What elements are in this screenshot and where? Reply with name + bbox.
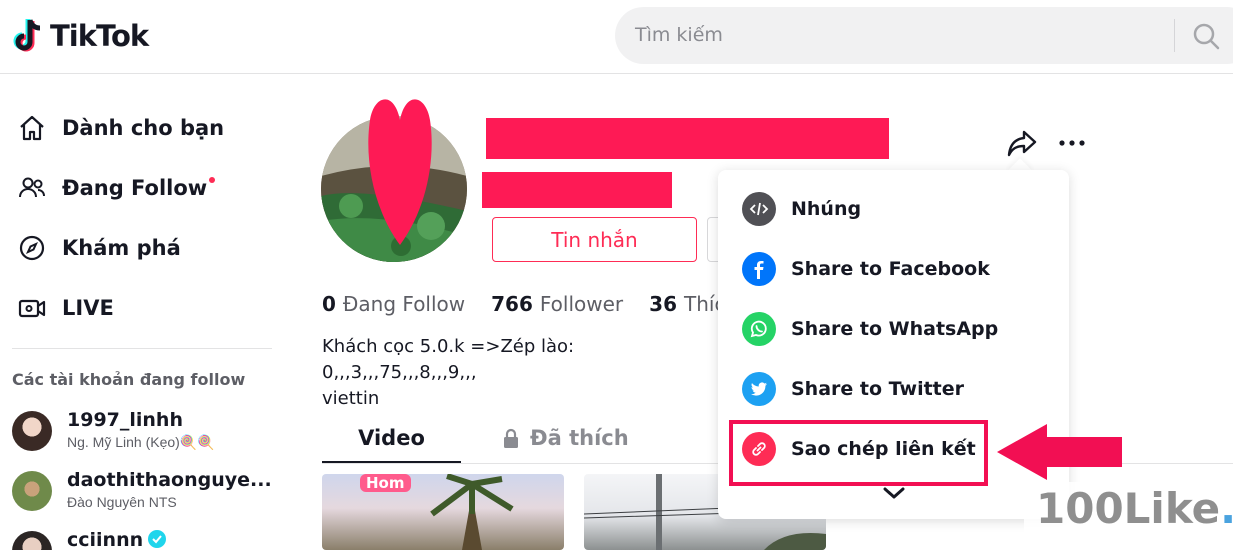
sidebar-item-following[interactable]: Đang Follow: [16, 168, 216, 208]
following-label: Đang Follow: [342, 292, 466, 316]
avatar: [12, 411, 52, 451]
following-count: 0: [322, 292, 336, 316]
tab-liked-label: Đã thích: [530, 426, 629, 450]
bio-line: viettin: [322, 388, 380, 409]
sidebar-item-for-you[interactable]: Dành cho bạn: [16, 108, 224, 148]
following-account[interactable]: 1997_linhh Ng. Mỹ Linh (Kẹo)🍭🍭: [12, 409, 282, 455]
compass-icon: [16, 232, 48, 264]
tab-liked[interactable]: Đã thích: [500, 426, 629, 450]
likes-count: 36: [649, 292, 677, 316]
tiktok-logo[interactable]: TikTok: [12, 16, 149, 56]
share-item-label: Share to WhatsApp: [791, 318, 999, 340]
video-thumbnail[interactable]: Hom: [322, 474, 564, 550]
tab-video[interactable]: Video: [322, 420, 461, 464]
notification-dot: [209, 177, 216, 183]
search-bar[interactable]: Tìm kiếm: [615, 7, 1233, 64]
facebook-icon: [742, 252, 776, 286]
message-button[interactable]: Tin nhắn: [492, 217, 697, 262]
profile-stats: 0 Đang Follow 766 Follower 36 Thích: [322, 292, 764, 316]
profile-bio: Khách cọc 5.0.k =>Zép lào: 0,,,3,,,75,,,…: [322, 334, 722, 412]
account-display-name: Đào Nguyên NTS: [67, 494, 177, 510]
account-display-name: Ng. Mỹ Linh (Kẹo)🍭🍭: [67, 434, 215, 450]
share-item-label: Share to Twitter: [791, 378, 965, 400]
account-username: daothithaonguye...: [67, 469, 272, 491]
sidebar-item-explore[interactable]: Khám phá: [16, 228, 181, 268]
tiktok-note-icon: [13, 19, 41, 52]
share-facebook[interactable]: Share to Facebook: [742, 249, 1042, 289]
annotation-arrow: [997, 424, 1122, 480]
share-whatsapp[interactable]: Share to WhatsApp: [742, 309, 1042, 349]
following-account[interactable]: cciinnn: [12, 529, 282, 550]
sidebar-item-label: Đang Follow: [62, 176, 216, 200]
sidebar-item-label: Dành cho bạn: [62, 116, 225, 140]
copy-link-highlight: [729, 420, 988, 486]
twitter-icon: [742, 372, 776, 406]
home-icon: [16, 112, 48, 144]
follower-count: 766: [491, 292, 533, 316]
live-video-icon: [16, 292, 48, 324]
logo-text: TikTok: [50, 19, 149, 53]
avatar: [12, 471, 52, 511]
watermark-text: 100Like.: [1036, 484, 1233, 533]
share-item-label: Share to Facebook: [791, 258, 990, 280]
account-username: 1997_linhh: [67, 409, 183, 431]
sidebar-divider: [12, 348, 272, 349]
search-divider: [1174, 19, 1175, 52]
top-header: TikTok Tìm kiếm: [0, 0, 1233, 74]
verified-badge-icon: [148, 530, 167, 548]
redacted-username: [486, 118, 889, 159]
redacted-display-name: [482, 172, 672, 208]
share-twitter[interactable]: Share to Twitter: [742, 369, 1042, 409]
sidebar-item-label: LIVE: [62, 296, 114, 320]
share-icon[interactable]: [1006, 128, 1038, 158]
sidebar-item-live[interactable]: LIVE: [16, 288, 114, 328]
whatsapp-icon: [742, 312, 776, 346]
account-username: cciinnn: [67, 529, 167, 550]
embed-icon: [742, 192, 776, 226]
avatar: [12, 531, 52, 550]
bio-line: Khách cọc 5.0.k =>Zép lào: 0,,,3,,,75,,,…: [322, 336, 575, 383]
search-icon[interactable]: [1191, 21, 1221, 51]
lock-icon: [504, 428, 518, 448]
following-accounts-title: Các tài khoản đang follow: [12, 370, 246, 389]
heart-sticker: [368, 99, 432, 245]
chevron-down-icon[interactable]: [880, 484, 908, 504]
sidebar: Dành cho bạn Đang Follow Khám phá LIVE C…: [0, 75, 290, 550]
sidebar-item-label: Khám phá: [62, 236, 181, 260]
following-account[interactable]: daothithaonguye... Đào Nguyên NTS: [12, 469, 282, 515]
search-input[interactable]: Tìm kiếm: [635, 24, 723, 46]
share-item-label: Nhúng: [791, 198, 862, 220]
follower-label: Follower: [539, 292, 624, 316]
share-embed[interactable]: Nhúng: [742, 189, 1042, 229]
users-icon: [16, 172, 48, 204]
more-options-icon[interactable]: [1056, 130, 1088, 156]
